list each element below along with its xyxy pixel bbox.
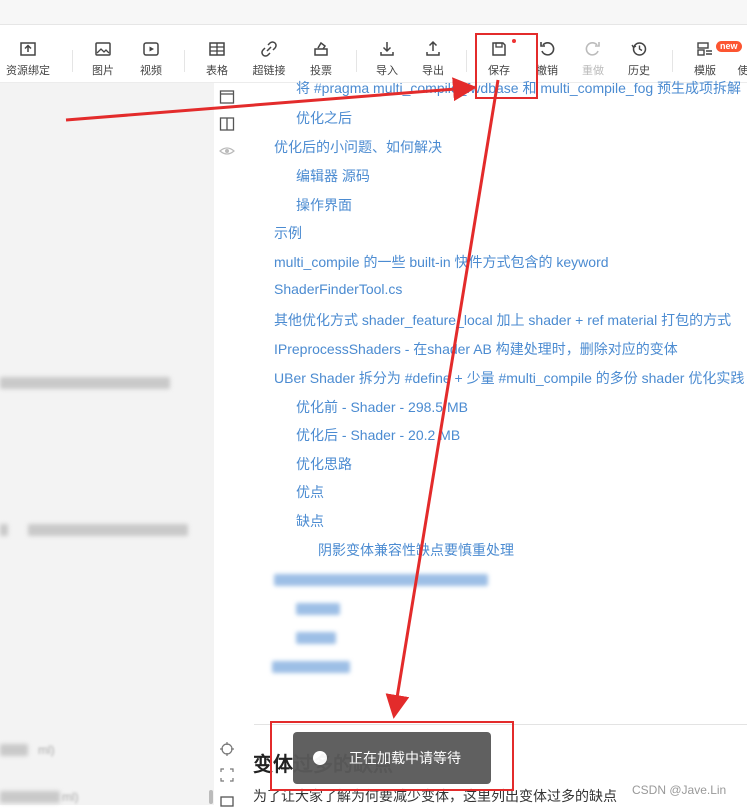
blurred-toc-item <box>296 603 340 615</box>
table-icon <box>208 40 226 58</box>
redo-button[interactable]: 重做 <box>578 40 608 80</box>
editor-toolbar: 资源绑定 图片 视频 表格 超链接 投票 导入 导出 保存 撤销 重做 <box>0 36 747 83</box>
table-label: 表格 <box>206 62 228 78</box>
history-button[interactable]: 历史 <box>624 40 654 80</box>
fullscreen-icon[interactable] <box>219 767 235 783</box>
toolbar-separator <box>466 50 467 72</box>
split-view-icon[interactable] <box>219 116 235 132</box>
blurred-toc-item <box>274 574 488 586</box>
new-badge: new <box>716 41 742 52</box>
image-label: 图片 <box>92 62 114 78</box>
toolbar-overflow-label: 使 <box>738 62 747 78</box>
toast-highlight-box <box>270 721 514 791</box>
toolbar-separator <box>184 50 185 72</box>
blurred-toc-item <box>296 632 336 644</box>
toc-item[interactable]: IPreprocessShaders - 在shader AB 构建处理时，删除… <box>274 339 678 359</box>
video-icon <box>142 40 160 58</box>
link-icon <box>260 40 278 58</box>
hyperlink-label: 超链接 <box>253 62 286 78</box>
template-icon <box>696 40 714 58</box>
vote-icon <box>312 40 330 58</box>
image-button[interactable]: 图片 <box>88 40 118 80</box>
toc-item[interactable]: 缺点 <box>296 511 324 531</box>
image-icon <box>94 40 112 58</box>
toolbar-separator <box>72 50 73 72</box>
hyperlink-button[interactable]: 超链接 <box>250 40 288 80</box>
toc-item[interactable]: ShaderFinderTool.cs <box>274 281 402 297</box>
watermark: CSDN @Jave.Lin <box>632 783 726 797</box>
blurred-text-line <box>0 524 8 536</box>
toc-item[interactable]: 阴影变体兼容性缺点要慎重处理 <box>318 540 514 560</box>
redo-icon <box>584 40 602 58</box>
undo-icon <box>538 40 556 58</box>
history-icon <box>630 40 648 58</box>
toc-item[interactable]: 优化后 - Shader - 20.2 MB <box>296 425 460 445</box>
browser-top-strip <box>0 0 747 25</box>
export-button[interactable]: 导出 <box>418 40 448 80</box>
toc-item[interactable]: 优化前 - Shader - 298.5 MB <box>296 397 468 417</box>
import-button[interactable]: 导入 <box>372 40 402 80</box>
history-label: 历史 <box>628 62 650 78</box>
toolbar-separator <box>672 50 673 72</box>
template-label: 模版 <box>694 62 716 78</box>
video-label: 视频 <box>140 62 162 78</box>
toc-item[interactable]: 其他优化方式 shader_feature_local 加上 shader + … <box>274 310 731 330</box>
panel-icon[interactable] <box>219 793 235 809</box>
toc-item[interactable]: 示例 <box>274 223 302 243</box>
layout-top-icon[interactable] <box>219 89 235 105</box>
blurred-text-line <box>0 791 60 803</box>
blurred-text-line <box>0 744 28 756</box>
scrollbar-thumb[interactable] <box>209 790 213 804</box>
blurred-toc-item <box>272 661 350 673</box>
blurred-text-line <box>28 524 188 536</box>
blurred-text-line: ml) <box>38 743 55 757</box>
import-label: 导入 <box>376 62 398 78</box>
vote-label: 投票 <box>310 62 332 78</box>
toc-item[interactable]: 编辑器 源码 <box>296 166 370 186</box>
resource-bind-label: 资源绑定 <box>6 62 50 78</box>
eye-icon[interactable] <box>219 143 235 159</box>
resource-bind-button[interactable]: 资源绑定 <box>6 40 50 80</box>
import-icon <box>378 40 396 58</box>
toc-item[interactable]: multi_compile 的一些 built-in 快件方式包含的 keywo… <box>274 252 609 272</box>
table-button[interactable]: 表格 <box>202 40 232 80</box>
crosshair-icon[interactable] <box>219 741 235 757</box>
arrow-to-toast <box>395 80 498 710</box>
video-button[interactable]: 视频 <box>136 40 166 80</box>
save-highlight-box <box>475 33 538 99</box>
blurred-text-line: ml) <box>62 790 79 804</box>
redo-label: 重做 <box>582 62 604 78</box>
upload-box-icon <box>19 40 37 58</box>
undo-label: 撤销 <box>536 62 558 78</box>
toc-item[interactable]: 操作界面 <box>296 195 352 215</box>
toc-item[interactable]: 优化思路 <box>296 454 352 474</box>
toc-item[interactable]: 优化后的小问题、如何解决 <box>274 137 442 157</box>
blurred-text-line <box>0 377 170 389</box>
toc-item[interactable]: 优化之后 <box>296 108 352 128</box>
export-icon <box>424 40 442 58</box>
left-editor-panel: ml) ml) <box>0 83 214 805</box>
toc-item[interactable]: UBer Shader 拆分为 #define + 少量 #multi_comp… <box>274 368 744 388</box>
export-label: 导出 <box>422 62 444 78</box>
toc-item[interactable]: 优点 <box>296 482 324 502</box>
vote-button[interactable]: 投票 <box>306 40 336 80</box>
toolbar-separator <box>356 50 357 72</box>
